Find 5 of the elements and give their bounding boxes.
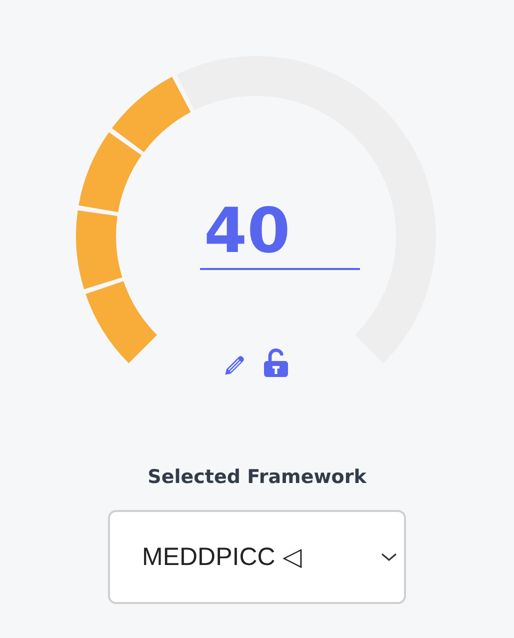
framework-select[interactable]: MEDDPICC ◁ [108,510,406,604]
chevron-down-icon [380,552,398,562]
unlock-icon[interactable] [262,348,290,378]
value-field[interactable]: 40 [200,193,360,270]
framework-label: Selected Framework [148,466,366,488]
